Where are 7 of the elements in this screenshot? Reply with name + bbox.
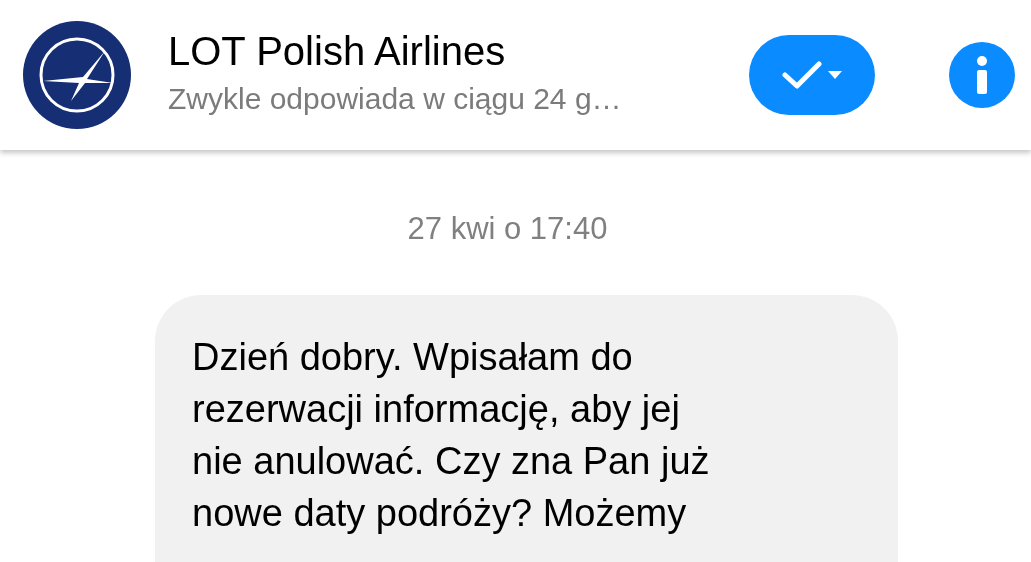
checkmark-icon — [782, 60, 822, 90]
info-icon — [976, 56, 988, 94]
chat-title: LOT Polish Airlines — [168, 28, 507, 74]
caret-icon — [828, 71, 842, 79]
response-time-text: Zwykle odpowiada w ciągu 24 g… — [168, 81, 623, 116]
message-timestamp: 27 kwi o 17:40 — [407, 211, 608, 247]
message-bubble: Dzień dobry. Wpisałam do rezerwacji informację, aby jej nie anulować. Czy zna Pan już nowe daty podróży? Możemy — [155, 295, 898, 562]
